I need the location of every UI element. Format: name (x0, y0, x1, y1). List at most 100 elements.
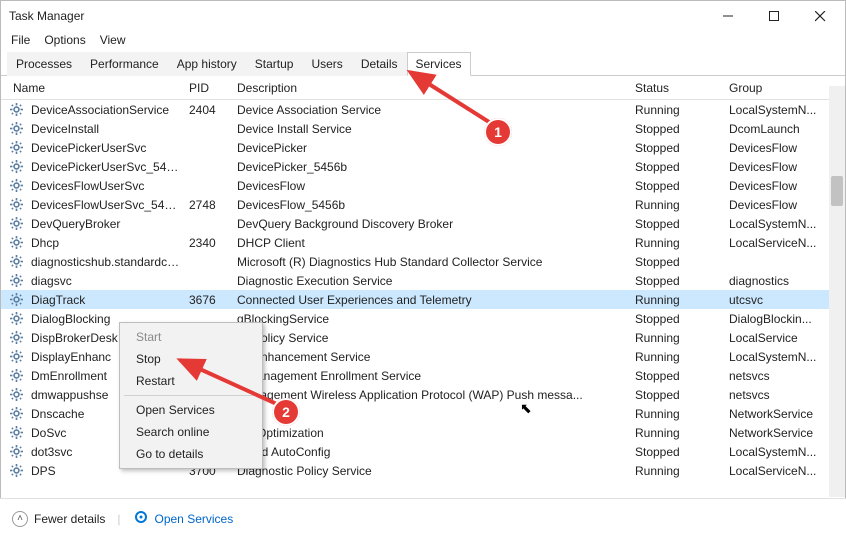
services-icon (133, 509, 149, 528)
gear-icon (9, 293, 23, 307)
table-row[interactable]: diagsvc Diagnostic Execution ServiceStopp… (1, 271, 845, 290)
gear-icon (9, 331, 23, 345)
tab-performance[interactable]: Performance (81, 52, 168, 76)
cell-desc: Diagnostic Execution Service (233, 274, 631, 288)
open-services-label: Open Services (155, 512, 234, 526)
cell-desc: DevicesFlow_5456b (233, 198, 631, 212)
cell-name: DevicePickerUserSvc_5456b (27, 160, 185, 174)
window-title: Task Manager (9, 9, 84, 23)
cell-group: LocalSystemN... (725, 350, 821, 364)
cell-status: Running (631, 103, 725, 117)
table-row[interactable]: DiagTrack3676Connected User Experiences … (1, 290, 845, 309)
menu-file[interactable]: File (11, 33, 30, 47)
cell-status: Running (631, 236, 725, 250)
cell-status: Running (631, 350, 725, 364)
cell-desc: Connected User Experiences and Telemetry (233, 293, 631, 307)
table-row[interactable]: DevicesFlowUserSvc_5456b2748DevicesFlow_… (1, 195, 845, 214)
cell-pid: 3676 (185, 293, 233, 307)
cell-name: diagnosticshub.standardco... (27, 255, 185, 269)
cell-status: Stopped (631, 141, 725, 155)
col-status[interactable]: Status (631, 81, 725, 95)
cell-group: LocalService (725, 331, 821, 345)
cell-group: LocalServiceN... (725, 464, 821, 478)
cell-group: NetworkService (725, 426, 821, 440)
cell-pid: 2340 (185, 236, 233, 250)
cell-pid: 2404 (185, 103, 233, 117)
cell-group: LocalSystemN... (725, 217, 821, 231)
cell-status: Stopped (631, 274, 725, 288)
gear-icon (9, 350, 23, 364)
cell-group: DevicesFlow (725, 198, 821, 212)
tab-app-history[interactable]: App history (168, 52, 246, 76)
cell-desc: DevQuery Background Discovery Broker (233, 217, 631, 231)
cell-status: Stopped (631, 445, 725, 459)
ctx-item-start: Start (122, 326, 260, 348)
cell-status: Stopped (631, 255, 725, 269)
cell-desc: DevicesFlow (233, 179, 631, 193)
cell-name: DevicePickerUserSvc (27, 141, 185, 155)
cell-status: Running (631, 331, 725, 345)
col-group[interactable]: Group (725, 81, 821, 95)
cell-desc: ay Policy Service (233, 331, 631, 345)
gear-icon (9, 255, 23, 269)
table-row[interactable]: DevicePickerUserSvc_5456b DevicePicker_54… (1, 157, 845, 176)
scrollbar[interactable] (829, 86, 845, 497)
table-row[interactable]: diagnosticshub.standardco... Microsoft (R… (1, 252, 845, 271)
cell-status: Stopped (631, 388, 725, 402)
cell-desc: Microsoft (R) Diagnostics Hub Standard C… (233, 255, 631, 269)
gear-icon (9, 274, 23, 288)
cell-group: netsvcs (725, 369, 821, 383)
annotation-badge-2: 2 (272, 398, 300, 426)
gear-icon (9, 236, 23, 250)
col-pid[interactable]: PID (185, 81, 233, 95)
tab-startup[interactable]: Startup (246, 52, 303, 76)
tab-users[interactable]: Users (302, 52, 351, 76)
cell-group: LocalSystemN... (725, 445, 821, 459)
table-row[interactable]: DevicesFlowUserSvcDevicesFlowStoppedDevi… (1, 176, 845, 195)
menu-options[interactable]: Options (44, 33, 85, 47)
fewer-details-label: Fewer details (34, 512, 105, 526)
footer: ˄ Fewer details | Open Services (0, 498, 846, 538)
cell-desc: Wired AutoConfig (233, 445, 631, 459)
table-row[interactable]: Dhcp2340DHCP ClientRunningLocalServiceN.… (1, 233, 845, 252)
close-button[interactable] (797, 1, 843, 31)
gear-icon (9, 407, 23, 421)
table-row[interactable]: DevQueryBroker DevQuery Background Discov… (1, 214, 845, 233)
cell-desc: ery Optimization (233, 426, 631, 440)
cell-desc: gBlockingService (233, 312, 631, 326)
titlebar: Task Manager (1, 1, 845, 31)
cell-desc: Diagnostic Policy Service (233, 464, 631, 478)
cell-desc: DevicePicker_5456b (233, 160, 631, 174)
cell-status: Running (631, 426, 725, 440)
gear-icon (9, 426, 23, 440)
cell-name: Dhcp (27, 236, 185, 250)
cell-group: DevicesFlow (725, 179, 821, 193)
cell-status: Running (631, 407, 725, 421)
cell-status: Running (631, 198, 725, 212)
cell-desc: DHCP Client (233, 236, 631, 250)
gear-icon (9, 464, 23, 478)
cell-name: DeviceAssociationService (27, 103, 185, 117)
cell-name: DevQueryBroker (27, 217, 185, 231)
ctx-item-go-to-details[interactable]: Go to details (122, 443, 260, 465)
tab-processes[interactable]: Processes (7, 52, 81, 76)
minimize-button[interactable] (705, 1, 751, 31)
cell-status: Running (631, 464, 725, 478)
fewer-details-button[interactable]: ˄ Fewer details (12, 511, 105, 527)
gear-icon (9, 312, 23, 326)
ctx-item-search-online[interactable]: Search online (122, 421, 260, 443)
gear-icon (9, 198, 23, 212)
gear-icon (9, 369, 23, 383)
cell-group: LocalSystemN... (725, 103, 821, 117)
cell-group: LocalServiceN... (725, 236, 821, 250)
gear-icon (9, 160, 23, 174)
cell-name: diagsvc (27, 274, 185, 288)
maximize-button[interactable] (751, 1, 797, 31)
col-name[interactable]: Name (9, 81, 185, 95)
gear-icon (9, 122, 23, 136)
cell-group: NetworkService (725, 407, 821, 421)
menu-view[interactable]: View (100, 33, 126, 47)
scrollbar-thumb[interactable] (831, 176, 843, 206)
open-services-link[interactable]: Open Services (133, 509, 234, 528)
cell-name: DiagTrack (27, 293, 185, 307)
